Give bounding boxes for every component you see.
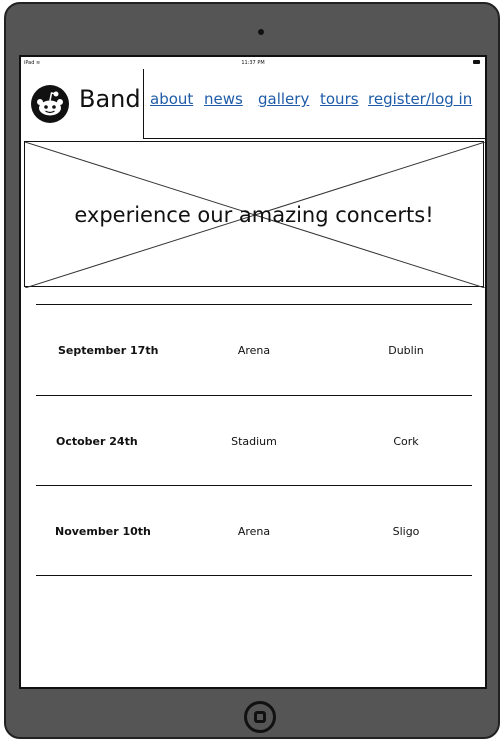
- concert-city: Sligo: [392, 525, 420, 538]
- hero-image-placeholder: experience our amazing concerts!: [24, 141, 485, 288]
- nav-gallery[interactable]: gallery: [258, 90, 309, 108]
- nav-news[interactable]: news: [204, 90, 243, 108]
- home-button[interactable]: [244, 701, 276, 733]
- logo-area[interactable]: Band: [22, 69, 143, 139]
- concert-city: Cork: [393, 435, 419, 448]
- concert-row[interactable]: November 10th Arena Sligo: [36, 486, 472, 576]
- concert-row[interactable]: September 17th Arena Dublin: [36, 305, 472, 395]
- concert-row[interactable]: October 24th Stadium Cork: [36, 396, 472, 486]
- nav-register-login[interactable]: register/log in: [368, 90, 472, 108]
- status-time: 11:37 PM: [241, 60, 265, 66]
- hero-headline: experience our amazing concerts!: [74, 203, 434, 227]
- nav-about[interactable]: about: [150, 90, 193, 108]
- reddit-logo-icon: [31, 85, 69, 123]
- screen: iPad ≋ 11:37 PM Band about news gallery …: [19, 55, 487, 689]
- concert-city: Dublin: [388, 344, 424, 357]
- site-header: Band about news gallery tours register/l…: [21, 69, 485, 140]
- nav-tours[interactable]: tours: [320, 90, 359, 108]
- main-nav: about news gallery tours register/log in: [143, 69, 485, 139]
- battery-icon: [473, 60, 480, 64]
- brand-name: Band: [79, 85, 141, 113]
- divider: [36, 575, 472, 576]
- home-icon: [254, 711, 266, 723]
- camera-dot: [258, 29, 264, 35]
- status-bar: iPad ≋ 11:37 PM: [21, 57, 485, 69]
